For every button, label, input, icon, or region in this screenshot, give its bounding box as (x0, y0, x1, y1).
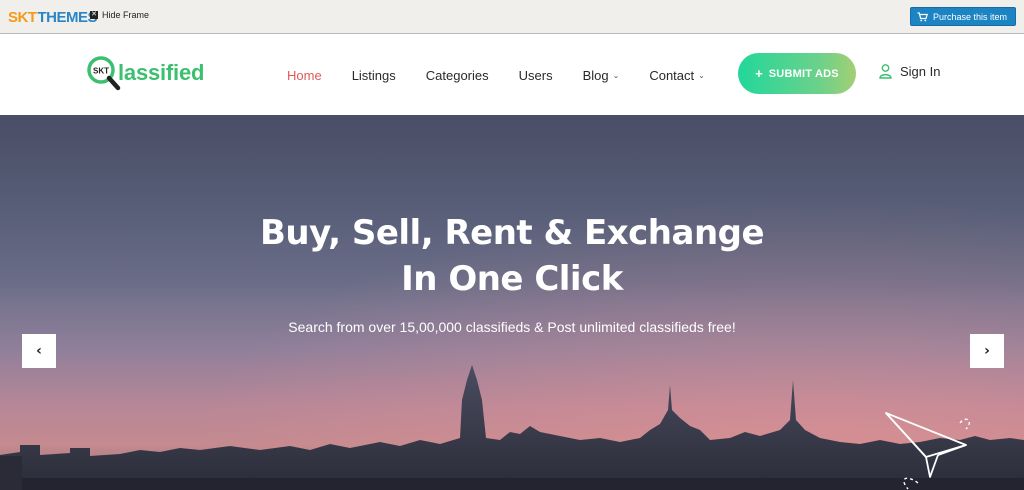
hero-title-line1: Buy, Sell, Rent & Exchange (259, 213, 765, 253)
preview-frame-bar: SKT THEMES ✕ Hide Frame Purchase this it… (0, 0, 1024, 34)
hero-title: Buy, Sell, Rent & Exchange In One Click (0, 210, 1024, 302)
nav-label: Home (287, 67, 322, 83)
nav-item-listings[interactable]: Listings (352, 68, 396, 83)
nav-label: Users (518, 67, 553, 83)
user-icon (879, 64, 892, 79)
purchase-label: Purchase this item (932, 11, 1007, 22)
chevron-down-icon: ⌄ (698, 71, 705, 80)
site-logo-text: lassified (118, 60, 205, 85)
magnifier-logo-icon: SKT (86, 55, 121, 91)
nav-label: Blog (582, 67, 609, 83)
plus-icon: + (755, 66, 763, 81)
nav-item-categories[interactable]: Categories (426, 68, 489, 83)
city-skyline-image (0, 365, 1024, 490)
hero-subtitle: Search from over 15,00,000 classifieds &… (288, 319, 736, 335)
themes-logo-part: THEMES (37, 8, 98, 26)
chevron-right-icon: › (984, 343, 990, 359)
close-icon: ✕ (90, 11, 98, 19)
main-nav: Home Listings Categories Users Blog ⌄ Co… (287, 35, 735, 115)
purchase-button[interactable]: Purchase this item (909, 7, 1016, 26)
nav-label: Listings (351, 67, 396, 83)
site-logo[interactable]: SKT lassified (86, 53, 204, 93)
sign-in-label: Sign In (900, 64, 941, 79)
skt-logo-part: SKT (8, 8, 37, 26)
chevron-down-icon: ⌄ (612, 71, 620, 80)
paper-plane-icon (885, 412, 970, 490)
slider-prev-button[interactable]: ‹ (22, 334, 56, 368)
logo-badge-text: SKT (93, 67, 109, 76)
nav-item-blog[interactable]: Blog ⌄ (583, 68, 620, 83)
submit-ads-label: SUBMIT ADS (768, 67, 839, 80)
skt-themes-logo[interactable]: SKT THEMES (8, 8, 98, 26)
nav-label: Categories (425, 67, 489, 83)
site-header: SKT lassified Home Listings Categories U… (0, 35, 1024, 115)
cart-icon (917, 11, 928, 21)
chevron-left-icon: ‹ (36, 343, 42, 359)
nav-item-contact[interactable]: Contact ⌄ (649, 68, 705, 83)
nav-label: Contact (649, 67, 695, 83)
slider-next-button[interactable]: › (970, 334, 1004, 368)
sign-in-link[interactable]: Sign In (879, 64, 940, 79)
nav-item-users[interactable]: Users (519, 68, 553, 83)
hide-frame-label: Hide Frame (102, 10, 150, 20)
submit-ads-button[interactable]: + SUBMIT ADS (738, 53, 856, 94)
hide-frame-button[interactable]: ✕ Hide Frame (90, 10, 149, 20)
nav-item-home[interactable]: Home (287, 68, 322, 83)
hero-slider: Buy, Sell, Rent & Exchange In One Click … (0, 115, 1024, 490)
hero-title-line2: In One Click (401, 259, 623, 299)
